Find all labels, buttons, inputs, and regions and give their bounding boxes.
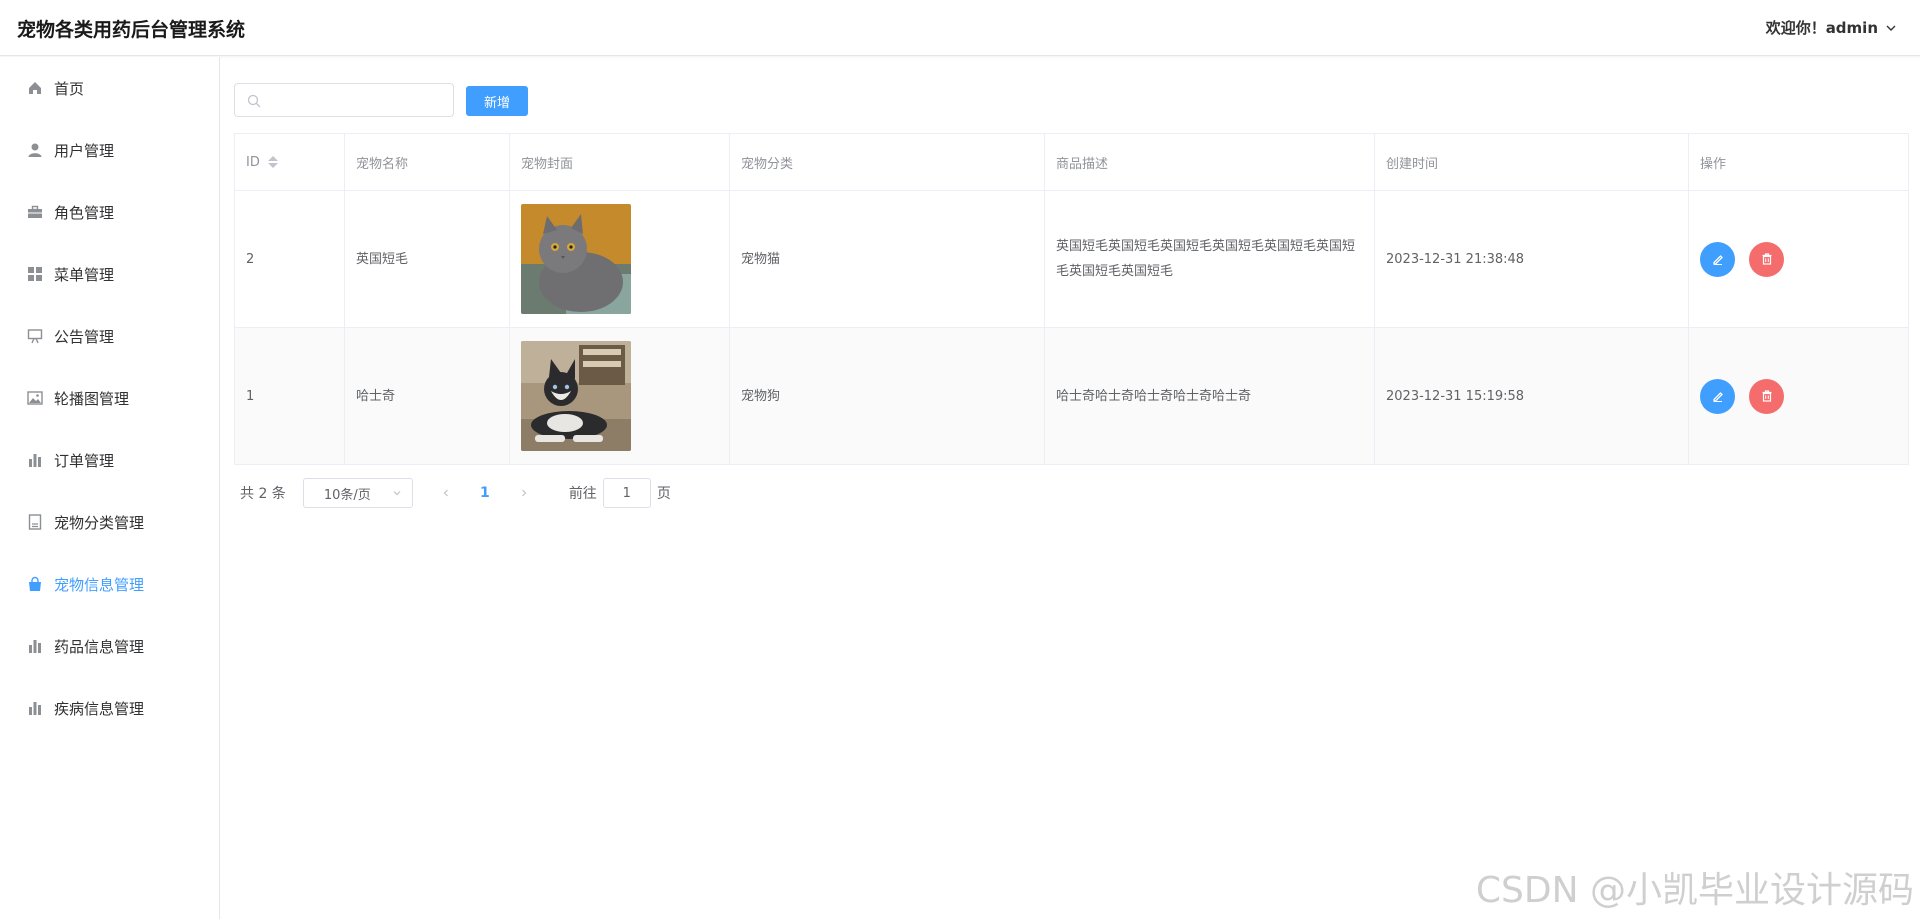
table-row: 1 哈士奇 宠物狗 哈士奇哈士奇哈士奇哈士奇哈士奇 2023-12-31 15:… — [234, 327, 1909, 465]
sidebar-item-home[interactable]: 首页 — [0, 57, 219, 119]
sidebar-item-menus[interactable]: 菜单管理 — [0, 243, 219, 305]
sidebar-item-pet-info[interactable]: 宠物信息管理 — [0, 553, 219, 615]
chevron-right-icon — [521, 489, 527, 497]
shopping-bag-icon — [27, 576, 43, 592]
delete-button[interactable] — [1749, 241, 1785, 277]
search-box[interactable] — [234, 83, 454, 117]
sidebar-item-pet-categories[interactable]: 宠物分类管理 — [0, 491, 219, 553]
edit-button[interactable] — [1700, 241, 1735, 277]
pet-table: ID 宠物名称 宠物封面 宠物分类 商品描述 创建时间 操作 2 英国短毛 宠物… — [234, 133, 1909, 465]
edit-icon — [1712, 392, 1723, 402]
cell-cover — [509, 190, 730, 328]
sidebar-item-label: 角色管理 — [54, 203, 115, 222]
total-count: 共 2 条 — [240, 486, 286, 502]
house-icon — [27, 80, 43, 96]
sidebar-item-label: 宠物分类管理 — [54, 513, 145, 532]
cell-created: 2023-12-31 15:19:58 — [1374, 327, 1689, 465]
goto-page-input[interactable] — [602, 478, 651, 508]
page-jumper: 前往 页 — [569, 478, 671, 508]
bar-chart-icon — [27, 638, 43, 654]
easel-icon — [27, 328, 43, 344]
bar-chart-icon — [27, 452, 43, 468]
grid-icon — [27, 266, 43, 282]
sidebar-item-roles[interactable]: 角色管理 — [0, 181, 219, 243]
chevron-down-icon — [1886, 25, 1896, 31]
page-number[interactable]: 1 — [461, 485, 509, 501]
briefcase-icon — [27, 204, 43, 220]
sidebar-item-label: 疾病信息管理 — [54, 699, 145, 718]
cell-name: 哈士奇 — [344, 327, 510, 465]
app-title: 宠物各类用药后台管理系统 — [17, 19, 246, 41]
column-header-category: 宠物分类 — [729, 133, 1045, 191]
column-header-description: 商品描述 — [1044, 133, 1375, 191]
sidebar-item-label: 用户管理 — [54, 141, 115, 160]
column-header-cover: 宠物封面 — [509, 133, 730, 191]
picture-icon — [27, 390, 43, 406]
column-header-actions: 操作 — [1688, 133, 1909, 191]
user-greeting: 欢迎你！admin — [1765, 19, 1878, 37]
page-size-value: 10条/页 — [323, 487, 371, 503]
sidebar-item-orders[interactable]: 订单管理 — [0, 429, 219, 491]
sidebar-item-drug-info[interactable]: 药品信息管理 — [0, 615, 219, 677]
edit-icon — [1712, 255, 1723, 265]
sidebar-item-carousel[interactable]: 轮播图管理 — [0, 367, 219, 429]
sidebar-item-label: 轮播图管理 — [54, 389, 130, 408]
goto-label: 前往 — [568, 486, 597, 502]
table-header-row: ID 宠物名称 宠物封面 宠物分类 商品描述 创建时间 操作 — [234, 133, 1909, 191]
sort-caret-icon[interactable] — [267, 156, 278, 168]
cell-actions — [1688, 327, 1909, 465]
cell-category: 宠物猫 — [729, 190, 1045, 328]
chevron-down-icon — [393, 491, 401, 496]
trash-icon — [1762, 253, 1772, 265]
cell-id: 2 — [234, 190, 345, 328]
column-header-id[interactable]: ID — [234, 133, 345, 191]
sidebar: 首页 用户管理 角色管理 菜单管理 公告管理 轮播图管理 订单管理 宠物分类管理… — [0, 57, 220, 919]
sidebar-item-label: 药品信息管理 — [54, 637, 145, 656]
bar-chart-icon — [27, 700, 43, 716]
user-icon — [27, 142, 43, 158]
search-icon — [247, 94, 261, 108]
trash-icon — [1762, 390, 1772, 402]
column-header-created: 创建时间 — [1374, 133, 1689, 191]
cell-cover — [509, 327, 730, 465]
sidebar-item-users[interactable]: 用户管理 — [0, 119, 219, 181]
page-size-select[interactable]: 10条/页 — [302, 478, 413, 508]
document-icon — [27, 514, 43, 530]
cell-description: 英国短毛英国短毛英国短毛英国短毛英国短毛英国短毛英国短毛英国短毛 — [1044, 190, 1375, 328]
search-input[interactable] — [269, 90, 445, 112]
sidebar-item-label: 公告管理 — [54, 327, 115, 346]
chevron-left-icon — [443, 489, 448, 497]
cell-description: 哈士奇哈士奇哈士奇哈士奇哈士奇 — [1044, 327, 1375, 465]
sidebar-item-label: 订单管理 — [54, 451, 115, 470]
cell-created: 2023-12-31 21:38:48 — [1374, 190, 1689, 328]
cell-name: 英国短毛 — [344, 190, 510, 328]
add-button[interactable]: 新增 — [466, 86, 528, 116]
cat-photo — [521, 204, 631, 314]
page-suffix: 页 — [656, 486, 671, 502]
table-row: 2 英国短毛 宠物猫 英国短毛英国短毛英国短毛英国短毛英国短毛英国短毛英国短毛英… — [234, 190, 1909, 328]
cell-id: 1 — [234, 327, 345, 465]
column-header-name: 宠物名称 — [344, 133, 510, 191]
user-menu[interactable]: 欢迎你！admin — [1766, 17, 1898, 38]
delete-button[interactable] — [1749, 378, 1785, 414]
cell-category: 宠物狗 — [729, 327, 1045, 465]
edit-button[interactable] — [1700, 378, 1735, 414]
sidebar-item-notices[interactable]: 公告管理 — [0, 305, 219, 367]
next-page-button[interactable] — [509, 478, 539, 508]
sidebar-item-label: 菜单管理 — [54, 265, 115, 284]
prev-page-button[interactable] — [431, 478, 461, 508]
sidebar-item-disease-info[interactable]: 疾病信息管理 — [0, 677, 219, 739]
sidebar-item-label: 首页 — [54, 79, 85, 98]
husky-photo — [521, 341, 631, 451]
pagination: 共 2 条 10条/页 1 前往 页 — [234, 477, 671, 509]
watermark: CSDN @小凯毕业设计源码 — [1475, 870, 1914, 911]
main-content: 新增 ID 宠物名称 宠物封面 宠物分类 商品描述 创建时间 操作 2 英国短毛 — [234, 57, 1909, 919]
top-header: 宠物各类用药后台管理系统 欢迎你！admin — [0, 0, 1920, 56]
sidebar-item-label: 宠物信息管理 — [54, 575, 145, 594]
cell-actions — [1688, 190, 1909, 328]
